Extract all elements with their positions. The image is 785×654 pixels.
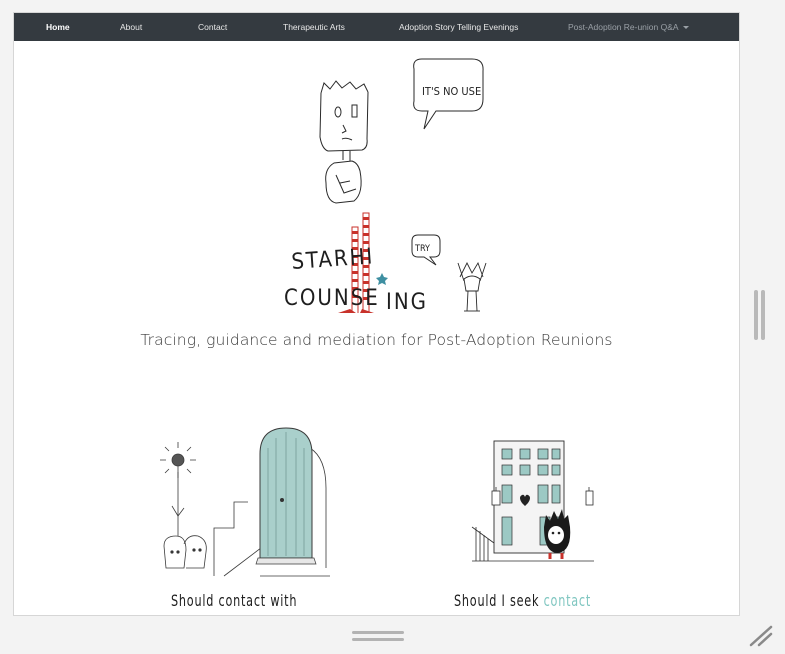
grip-bar	[754, 290, 758, 340]
small-figure	[457, 261, 487, 312]
wordmark-line2b: ING	[386, 290, 428, 313]
card-image-townhouse[interactable]	[466, 435, 594, 563]
nav-adoption-story-evenings[interactable]: Adoption Story Telling Evenings	[399, 13, 518, 41]
handle-bar	[352, 631, 404, 634]
card-title-contact-with[interactable]: Should contact with	[171, 591, 297, 610]
dropdown-caret-icon	[682, 26, 689, 30]
nav-about[interactable]: About	[120, 13, 142, 41]
top-navbar: Home About Contact Therapeutic Arts Adop…	[14, 13, 739, 41]
speech-text-small: TRY	[414, 244, 430, 254]
character-head	[320, 80, 369, 94]
resize-grip-icon[interactable]	[747, 623, 775, 647]
tagline: Tracing, guidance and mediation for Post…	[140, 331, 613, 349]
card-title-seek-contact[interactable]: Should I seek contact	[454, 591, 591, 610]
nav-reunion-qa-dropdown[interactable]: Post-Adoption Re-union Q&A	[568, 13, 689, 41]
card-image-arched-door[interactable]	[154, 418, 334, 578]
nav-reunion-qa-label: Post-Adoption Re-union Q&A	[568, 22, 679, 32]
handle-bar	[352, 638, 404, 641]
card-title-seek-prefix: Should I seek	[454, 591, 540, 610]
starhill-counselling-logo[interactable]: IT'S NO USE STARHI COUNSE ING TRY	[264, 51, 504, 313]
bottom-drag-handle[interactable]	[352, 630, 404, 644]
nav-contact[interactable]: Contact	[198, 13, 227, 41]
speech-text-large: IT'S NO USE	[422, 85, 481, 98]
nav-therapeutic-arts[interactable]: Therapeutic Arts	[283, 13, 345, 41]
wordmark-line2a: COUNSE	[284, 286, 380, 311]
nav-home[interactable]: Home	[46, 13, 70, 41]
card-title-seek-accent: contact	[543, 591, 592, 610]
star-icon	[376, 273, 388, 285]
grip-bar	[761, 290, 765, 340]
scrollbar-grip-icon[interactable]	[752, 290, 766, 340]
wordmark-line1: STARHI	[291, 244, 375, 275]
browser-viewport: Home About Contact Therapeutic Arts Adop…	[14, 13, 739, 615]
